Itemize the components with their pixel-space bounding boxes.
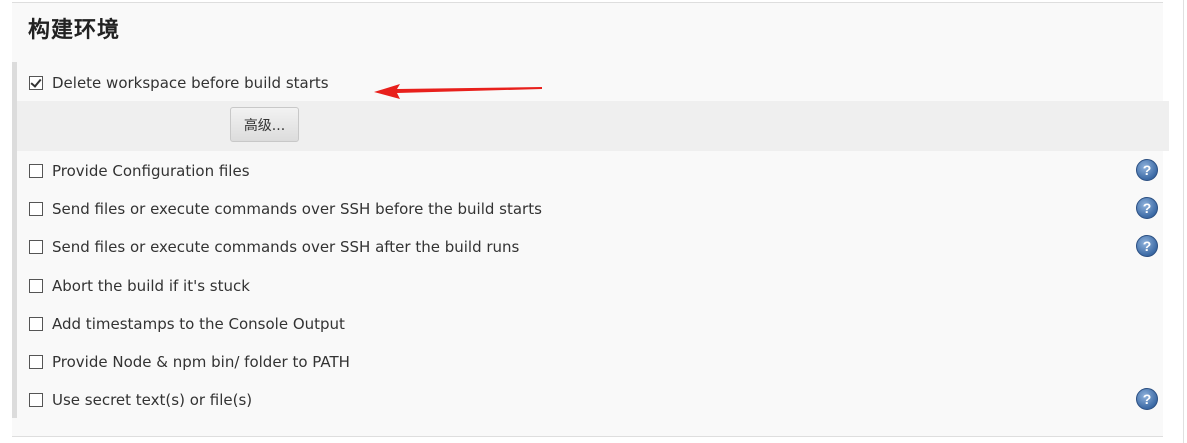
option-abort-stuck-build[interactable]: Abort the build if it's stuck bbox=[29, 275, 250, 297]
option-label: Delete workspace before build starts bbox=[52, 74, 329, 92]
red-arrow-annotation bbox=[374, 84, 542, 99]
help-icon[interactable]: ? bbox=[1136, 159, 1158, 181]
delete-workspace-checkbox[interactable] bbox=[29, 76, 43, 90]
option-use-secret-text[interactable]: Use secret text(s) or file(s) bbox=[29, 389, 252, 411]
option-label: Use secret text(s) or file(s) bbox=[52, 391, 253, 409]
help-icon[interactable]: ? bbox=[1136, 197, 1158, 219]
option-label: Abort the build if it's stuck bbox=[52, 277, 250, 295]
provide-node-npm-checkbox[interactable] bbox=[29, 355, 43, 369]
advanced-options-block bbox=[17, 101, 1169, 151]
right-border bbox=[1183, 0, 1184, 443]
provide-config-files-checkbox[interactable] bbox=[29, 164, 43, 178]
option-ssh-before-build[interactable]: Send files or execute commands over SSH … bbox=[29, 198, 542, 220]
option-ssh-after-build[interactable]: Send files or execute commands over SSH … bbox=[29, 236, 519, 258]
ssh-before-build-checkbox[interactable] bbox=[29, 202, 43, 216]
add-timestamps-checkbox[interactable] bbox=[29, 317, 43, 331]
ssh-after-build-checkbox[interactable] bbox=[29, 240, 43, 254]
option-label: Add timestamps to the Console Output bbox=[52, 315, 345, 333]
help-icon[interactable]: ? bbox=[1136, 235, 1158, 257]
section-title: 构建环境 bbox=[28, 18, 121, 43]
option-label: Send files or execute commands over SSH … bbox=[52, 200, 542, 218]
option-add-timestamps[interactable]: Add timestamps to the Console Output bbox=[29, 313, 345, 335]
option-label: Provide Node & npm bin/ folder to PATH bbox=[52, 353, 350, 371]
option-provide-config-files[interactable]: Provide Configuration files bbox=[29, 160, 250, 182]
abort-stuck-build-checkbox[interactable] bbox=[29, 279, 43, 293]
option-label: Provide Configuration files bbox=[52, 162, 250, 180]
option-provide-node-npm[interactable]: Provide Node & npm bin/ folder to PATH bbox=[29, 351, 350, 373]
option-label: Send files or execute commands over SSH … bbox=[52, 238, 520, 256]
section-bottom-divider bbox=[12, 436, 1163, 437]
option-delete-workspace[interactable]: Delete workspace before build starts bbox=[29, 72, 329, 94]
help-icon[interactable]: ? bbox=[1136, 388, 1158, 410]
advanced-button[interactable]: 高级... bbox=[230, 107, 299, 142]
use-secret-text-checkbox[interactable] bbox=[29, 393, 43, 407]
